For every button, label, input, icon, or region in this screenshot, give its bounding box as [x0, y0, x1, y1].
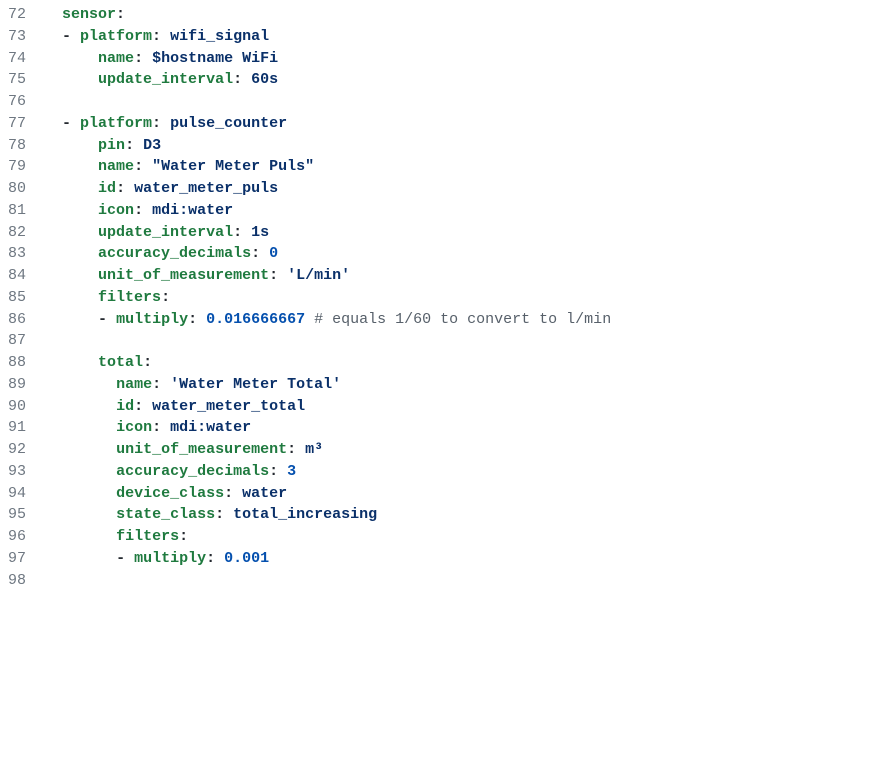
line-number: 72	[0, 4, 44, 26]
code-line: update_interval: 1s	[44, 222, 884, 244]
line-number: 86	[0, 309, 44, 331]
line-number: 94	[0, 483, 44, 505]
code-line: accuracy_decimals: 0	[44, 243, 884, 265]
code-line: - multiply: 0.001	[44, 548, 884, 570]
code-line: name: "Water Meter Puls"	[44, 156, 884, 178]
code-line: name: 'Water Meter Total'	[44, 374, 884, 396]
code-line: filters:	[44, 526, 884, 548]
code-line: update_interval: 60s	[44, 69, 884, 91]
line-number: 95	[0, 504, 44, 526]
line-number: 96	[0, 526, 44, 548]
code-line: device_class: water	[44, 483, 884, 505]
code-block: 72 sensor:73 - platform: wifi_signal74 n…	[0, 0, 884, 601]
code-line: unit_of_measurement: m³	[44, 439, 884, 461]
code-line: filters:	[44, 287, 884, 309]
code-line: id: water_meter_total	[44, 396, 884, 418]
line-number: 83	[0, 243, 44, 265]
code-line	[44, 91, 884, 113]
line-number: 85	[0, 287, 44, 309]
line-number: 89	[0, 374, 44, 396]
line-number: 90	[0, 396, 44, 418]
line-number: 77	[0, 113, 44, 135]
line-number: 92	[0, 439, 44, 461]
line-number: 74	[0, 48, 44, 70]
code-line: accuracy_decimals: 3	[44, 461, 884, 483]
code-line: pin: D3	[44, 135, 884, 157]
line-number: 82	[0, 222, 44, 244]
line-number: 75	[0, 69, 44, 91]
code-line: id: water_meter_puls	[44, 178, 884, 200]
line-number: 98	[0, 570, 44, 592]
code-line: name: $hostname WiFi	[44, 48, 884, 70]
code-line: icon: mdi:water	[44, 200, 884, 222]
line-number: 87	[0, 330, 44, 352]
line-number: 84	[0, 265, 44, 287]
code-line: total:	[44, 352, 884, 374]
line-number: 81	[0, 200, 44, 222]
code-line: - platform: pulse_counter	[44, 113, 884, 135]
line-number: 91	[0, 417, 44, 439]
line-number: 97	[0, 548, 44, 570]
line-number: 88	[0, 352, 44, 374]
line-number: 76	[0, 91, 44, 113]
code-line: - platform: wifi_signal	[44, 26, 884, 48]
code-line: sensor:	[44, 4, 884, 26]
line-number: 93	[0, 461, 44, 483]
code-line	[44, 330, 884, 352]
line-number: 73	[0, 26, 44, 48]
code-line: icon: mdi:water	[44, 417, 884, 439]
line-number: 79	[0, 156, 44, 178]
code-line: unit_of_measurement: 'L/min'	[44, 265, 884, 287]
line-number: 80	[0, 178, 44, 200]
code-line	[44, 570, 884, 592]
code-line: - multiply: 0.016666667 # equals 1/60 to…	[44, 309, 884, 331]
line-number: 78	[0, 135, 44, 157]
code-line: state_class: total_increasing	[44, 504, 884, 526]
